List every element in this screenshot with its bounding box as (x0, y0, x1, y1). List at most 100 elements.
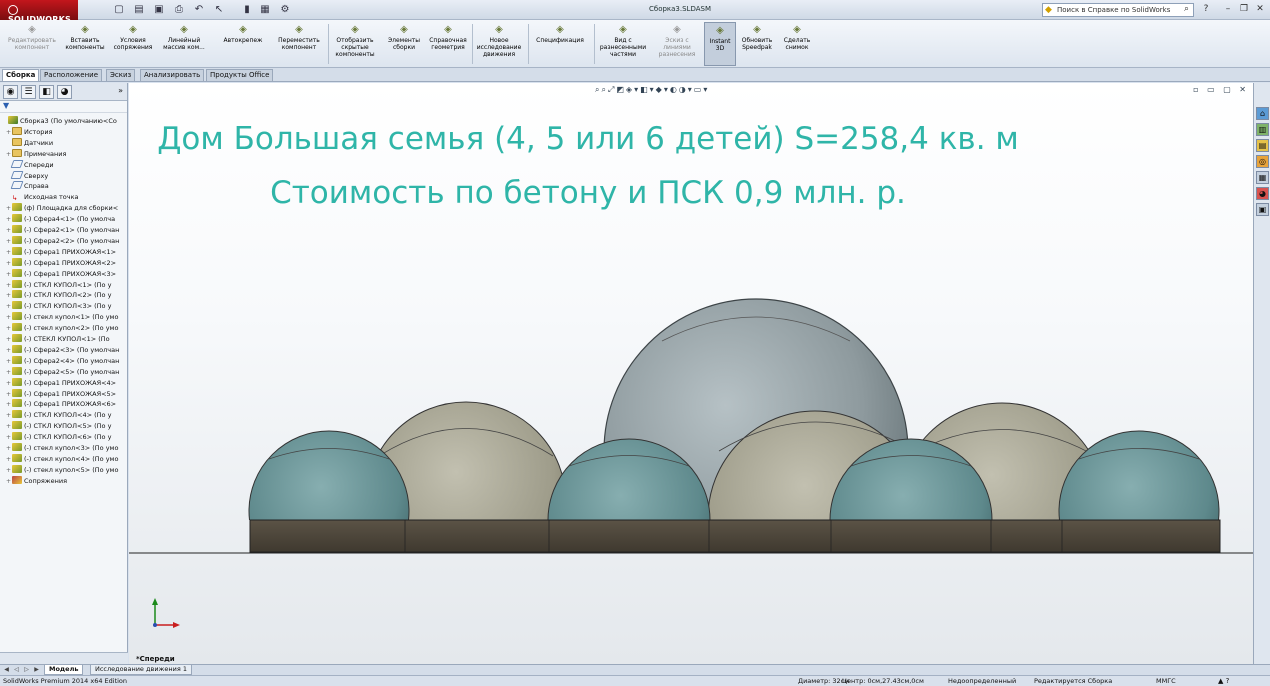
command-button-13[interactable]: ◈ Instant 3D (704, 22, 736, 66)
tree-item[interactable]: + (-) стекл купол<4> (По умо (0, 453, 128, 465)
tree-item[interactable]: + (-) Сфера1 ПРИХОЖАЯ<4> (0, 377, 128, 389)
undo-icon[interactable]: ↶ (192, 3, 206, 16)
command-button-12[interactable]: ◈ Эскиз с линиями разнесения (652, 22, 702, 66)
tree-item[interactable]: + (-) Сфера2<2> (По умолчан (0, 235, 128, 247)
first-tab-icon[interactable]: ◀ (2, 665, 11, 675)
rebuild-icon[interactable]: ▮ (240, 3, 254, 16)
display-manager-tab-icon[interactable]: ◕ (57, 85, 72, 99)
tab-3[interactable]: Анализировать (140, 69, 205, 81)
new-document-icon[interactable]: ▢ (112, 3, 126, 16)
tab-1[interactable]: Расположение (40, 69, 103, 81)
tree-item[interactable]: + (-) Сфера2<1> (По умолчан (0, 225, 128, 236)
custom-properties-icon[interactable]: ▣ (1256, 203, 1269, 216)
tree-item[interactable]: + (-) стекл купол<3> (По умо (0, 443, 128, 454)
close-icon[interactable]: ✕ (1254, 3, 1266, 15)
tree-item[interactable]: + (-) стекл купол<5> (По умо (0, 464, 128, 476)
command-button-10[interactable]: ◈ Спецификация (530, 22, 590, 66)
edit-component-icon: ◈ (28, 24, 36, 35)
tree-item[interactable]: + (-) стекл купол<1> (По умо (0, 312, 128, 323)
restore-icon[interactable]: ❐ (1238, 3, 1250, 15)
file-properties-icon[interactable]: ▦ (258, 3, 272, 16)
tree-item[interactable]: + (-) Сфера1 ПРИХОЖАЯ<5> (0, 388, 128, 400)
tree-item[interactable]: + (-) Сфера2<3> (По умолчан (0, 344, 128, 356)
filter-icon[interactable]: ▼ (3, 101, 9, 110)
command-button-2[interactable]: ◈ Условия сопряжения (110, 22, 156, 66)
tab-4[interactable]: Продукты Office (206, 69, 274, 81)
plane-icon (10, 170, 24, 179)
3d-model-scene[interactable] (129, 83, 1253, 666)
tree-item[interactable]: ↳ Исходная точка (0, 192, 128, 203)
tree-item[interactable]: Сверху (0, 170, 128, 182)
tree-item[interactable]: + (-) Сфера1 ПРИХОЖАЯ<3> (0, 268, 128, 280)
tree-item[interactable]: + (-) Сфера2<4> (По умолчан (0, 355, 128, 367)
part-icon (12, 432, 22, 441)
fold-icon (12, 126, 22, 135)
help-icon[interactable]: ? (1200, 3, 1212, 15)
command-button-0[interactable]: ◈ Редактировать компонент (2, 22, 62, 66)
command-button-11[interactable]: ◈ Вид с разнесенными частями (596, 22, 650, 66)
tree-item[interactable]: + (-) Сфера1 ПРИХОЖАЯ<6> (0, 399, 128, 410)
select-arrow-icon[interactable]: ↖ (212, 3, 226, 16)
property-manager-tab-icon[interactable]: ☰ (21, 85, 36, 99)
tab-2[interactable]: Эскиз (106, 69, 136, 81)
command-button-4[interactable]: ◈ Автокрепеж (216, 22, 270, 66)
command-button-3[interactable]: ◈ Линейный массив ком... (158, 22, 210, 66)
tree-item[interactable]: + (-) СТКЛ КУПОЛ<3> (По у (0, 301, 128, 312)
feature-tree-tab-icon[interactable]: ◉ (3, 85, 18, 99)
prev-tab-icon[interactable]: ◁ (12, 665, 21, 675)
tree-item[interactable]: + (-) Сфера4<1> (По умолча (0, 214, 128, 225)
status-units[interactable]: ММГС (1156, 676, 1176, 686)
tab-model[interactable]: Модель (44, 665, 84, 675)
tree-item[interactable]: + (-) СТКЛ КУПОЛ<4> (По у (0, 410, 128, 421)
command-button-9[interactable]: ◈ Новое исследование движения (474, 22, 524, 66)
tree-item[interactable]: Сборка3 (По умолчанию<Со (0, 116, 128, 127)
search-icon[interactable]: ⌕ (1184, 4, 1189, 14)
next-tab-icon[interactable]: ▷ (22, 665, 31, 675)
design-library-icon[interactable]: ▥ (1256, 123, 1269, 136)
help-search-input[interactable]: ◆ Поиск в Справке по SolidWorks ⌕ (1042, 3, 1194, 17)
search-results-icon[interactable]: ◎ (1256, 155, 1269, 168)
last-tab-icon[interactable]: ▶ (32, 665, 41, 675)
minimize-icon[interactable]: – (1222, 3, 1234, 15)
status-help-icon[interactable]: ▲ ? (1218, 676, 1229, 686)
tab-motion-study[interactable]: Исследование движения 1 (90, 665, 192, 675)
tree-item[interactable]: Спереди (0, 159, 128, 171)
configuration-tab-icon[interactable]: ◧ (39, 85, 54, 99)
resources-icon[interactable]: ⌂ (1256, 107, 1269, 120)
tree-item[interactable]: + История (0, 126, 128, 138)
tree-item[interactable]: + (-) СТКЛ КУПОЛ<6> (По у (0, 432, 128, 443)
tab-0[interactable]: Сборка (2, 69, 40, 81)
tree-item[interactable]: + (-) СТКЛ КУПОЛ<1> (По у (0, 279, 128, 291)
tree-item[interactable]: Датчики (0, 137, 128, 149)
tree-item[interactable]: + (-) СТКЛ КУПОЛ<2> (По у (0, 290, 128, 301)
tree-item[interactable]: + (ф) Площадка для сборки< (0, 203, 128, 214)
tree-item[interactable]: + (-) СТЕКЛ КУПОЛ<1> (По (0, 334, 128, 345)
tree-item[interactable]: + (-) Сфера1 ПРИХОЖАЯ<2> (0, 257, 128, 269)
command-button-8[interactable]: ◈ Справочная геометрия (426, 22, 470, 66)
command-button-6[interactable]: ◈ Отобразить скрытые компоненты (330, 22, 380, 66)
save-icon[interactable]: ▣ (152, 3, 166, 16)
command-button-1[interactable]: ◈ Вставить компоненты (62, 22, 108, 66)
solidworks-logo[interactable]: SOLIDWORKS (0, 0, 78, 24)
tree-filter[interactable]: ▼ (0, 101, 127, 113)
command-button-14[interactable]: ◈ Обновить Speedpak (738, 22, 776, 66)
tree-item[interactable]: + (-) стекл купол<2> (По умо (0, 323, 128, 334)
tree-item[interactable]: + (-) Сфера2<5> (По умолчан (0, 366, 128, 378)
show-hidden-icon: ◈ (351, 24, 359, 35)
options-icon[interactable]: ⚙ (278, 3, 292, 16)
command-button-5[interactable]: ◈ Переместить компонент (272, 22, 326, 66)
tree-item[interactable]: Справа (0, 181, 128, 192)
expand-panel-icon[interactable]: » (118, 86, 123, 95)
file-explorer-icon[interactable]: ▤ (1256, 139, 1269, 152)
graphics-area[interactable]: ⌕⌕⤢◩◈▾◧▾◆▾◐◑▾▭▾ ▫ ▭ ▢ ✕ Дом Большая семь… (129, 83, 1253, 666)
tree-item[interactable]: + Сопряжения (0, 475, 128, 487)
tree-item[interactable]: + (-) СТКЛ КУПОЛ<5> (По у (0, 421, 128, 432)
command-button-15[interactable]: ◈ Сделать снимок (778, 22, 816, 66)
tree-item[interactable]: + (-) Сфера1 ПРИХОЖАЯ<1> (0, 246, 128, 258)
view-palette-icon[interactable]: ▦ (1256, 171, 1269, 184)
print-icon[interactable]: ⎙ (172, 3, 186, 16)
appearances-icon[interactable]: ◕ (1256, 187, 1269, 200)
command-button-7[interactable]: ◈ Элементы сборки (384, 22, 424, 66)
tree-item[interactable]: + Примечания (0, 148, 128, 160)
open-folder-icon[interactable]: ▤ (132, 3, 146, 16)
